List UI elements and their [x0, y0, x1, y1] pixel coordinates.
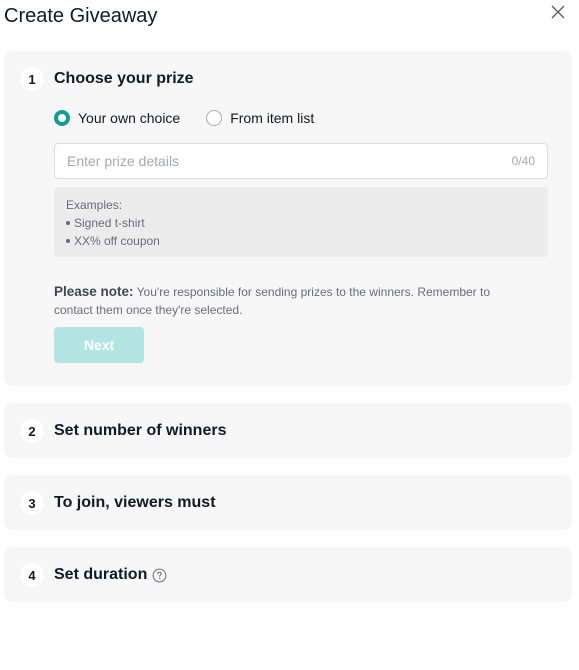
- help-icon[interactable]: [152, 568, 167, 583]
- radio-label: Your own choice: [78, 110, 181, 126]
- prize-details-field: 0/40: [54, 143, 548, 179]
- examples-heading: Examples:: [66, 198, 123, 212]
- radio-label: From item list: [230, 110, 315, 126]
- step-number: 3: [20, 491, 44, 515]
- radio-from-item-list[interactable]: From item list: [206, 110, 314, 126]
- step-join-requirements[interactable]: 3 To join, viewers must: [4, 475, 572, 530]
- step-title-label: Choose your prize: [54, 70, 194, 87]
- step-title-label: To join, viewers must: [54, 494, 216, 511]
- next-button[interactable]: Next: [54, 327, 144, 363]
- step-title: Set duration: [54, 566, 167, 584]
- list-item: Signed t-shirt: [66, 214, 536, 232]
- dialog-title: Create Giveaway: [4, 5, 158, 27]
- step-number: 4: [20, 563, 44, 587]
- step-title: Set number of winners: [54, 422, 226, 440]
- list-item: XX% off coupon: [66, 232, 536, 250]
- step-number: 2: [20, 419, 44, 443]
- step-title-label: Set duration: [54, 566, 148, 583]
- step-title: Choose your prize: [54, 70, 194, 88]
- create-giveaway-dialog: Create Giveaway 1 Choose your prize Your…: [0, 0, 579, 670]
- examples-box: Examples: Signed t-shirt XX% off coupon: [54, 187, 548, 257]
- step-set-duration[interactable]: 4 Set duration: [4, 547, 572, 602]
- radio-unchecked-icon[interactable]: [206, 110, 223, 126]
- please-note: Please note: You're responsible for send…: [54, 283, 524, 319]
- character-counter: 0/40: [511, 154, 535, 168]
- note-label: Please note:: [54, 284, 134, 299]
- step-number-of-winners[interactable]: 2 Set number of winners: [4, 403, 572, 458]
- step-title-label: Set number of winners: [54, 422, 227, 439]
- step-title: To join, viewers must: [54, 494, 216, 512]
- examples-list: Signed t-shirt XX% off coupon: [66, 214, 536, 250]
- close-icon[interactable]: [550, 4, 566, 20]
- step-number: 1: [20, 67, 44, 91]
- radio-your-own-choice[interactable]: Your own choice: [54, 110, 180, 126]
- radio-checked-icon[interactable]: [54, 110, 70, 126]
- prize-type-radio-group: Your own choice From item list: [54, 110, 314, 126]
- step-choose-prize: 1 Choose your prize Your own choice From…: [4, 51, 572, 386]
- prize-details-input[interactable]: [55, 144, 512, 178]
